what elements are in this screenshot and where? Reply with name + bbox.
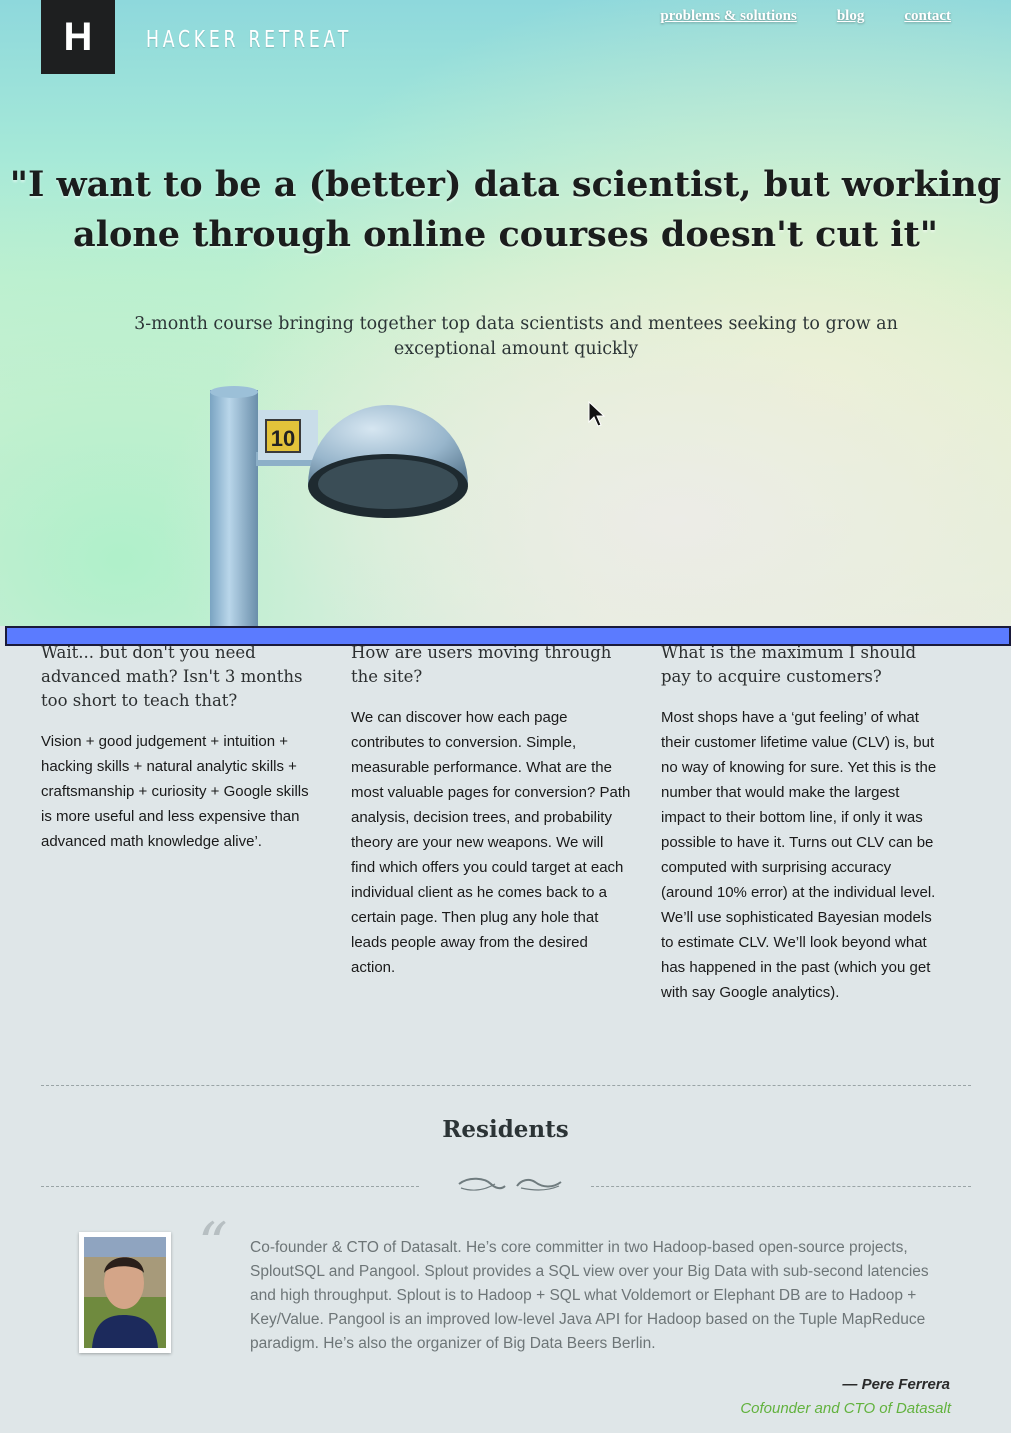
hero-headline: "I want to be a (better) data scientist,…: [0, 160, 1011, 260]
feature-body: Vision + good judgement + intuition + ha…: [41, 733, 309, 850]
logo-mark[interactable]: H: [41, 0, 115, 74]
hero-section: H HACKER RETREAT problems & solutions bl…: [0, 0, 1011, 626]
resident-photo: [84, 1237, 166, 1348]
resident-avatar: [79, 1232, 171, 1353]
hero-subhead: 3-month course bringing together top dat…: [134, 314, 898, 359]
site-name[interactable]: HACKER RETREAT: [146, 27, 352, 53]
feature-users: How are users moving through the site? W…: [351, 641, 661, 1005]
feature-body: We can discover how each page contribute…: [351, 709, 631, 976]
section-divider: [41, 1085, 971, 1086]
nav-item-problems-solutions[interactable]: problems & solutions: [660, 8, 796, 25]
feature-title: What is the maximum I should pay to acqu…: [661, 643, 917, 686]
feature-title: How are users moving through the site?: [351, 643, 612, 686]
resident-name: — Pere Ferrera: [842, 1376, 950, 1393]
quote-mark-icon: “: [198, 1210, 228, 1278]
logo-letter: H: [63, 14, 93, 59]
ornament-divider-right: [591, 1186, 971, 1187]
headline-line-1: "I want to be a (better) data scientist,…: [9, 164, 1002, 205]
main-nav: problems & solutions blog contact: [660, 8, 951, 25]
street-lamp-image: 10: [210, 386, 468, 626]
feature-title: Wait... but don't you need advanced math…: [41, 643, 303, 710]
headline-line-2: alone through online courses doesn't cut…: [73, 214, 938, 255]
lamp-number: 10: [271, 426, 295, 451]
resident-role-link[interactable]: Cofounder and CTO of Datasalt: [740, 1400, 951, 1417]
ornament-divider-left: [41, 1186, 419, 1187]
nav-item-blog[interactable]: blog: [837, 8, 865, 25]
residents-heading: Residents: [442, 1116, 569, 1143]
feature-math: Wait... but don't you need advanced math…: [41, 641, 351, 1005]
resident-bio: Co-founder & CTO of Datasalt. He’s core …: [250, 1239, 929, 1352]
feature-acquire: What is the maximum I should pay to acqu…: [661, 641, 971, 1005]
feature-body: Most shops have a ‘gut feeling’ of what …: [661, 709, 937, 1001]
flourish-ornament-icon: [458, 1177, 562, 1191]
mouse-pointer-icon: [588, 401, 606, 427]
nav-item-contact[interactable]: contact: [904, 8, 951, 25]
features-section: Wait... but don't you need advanced math…: [41, 641, 971, 1005]
